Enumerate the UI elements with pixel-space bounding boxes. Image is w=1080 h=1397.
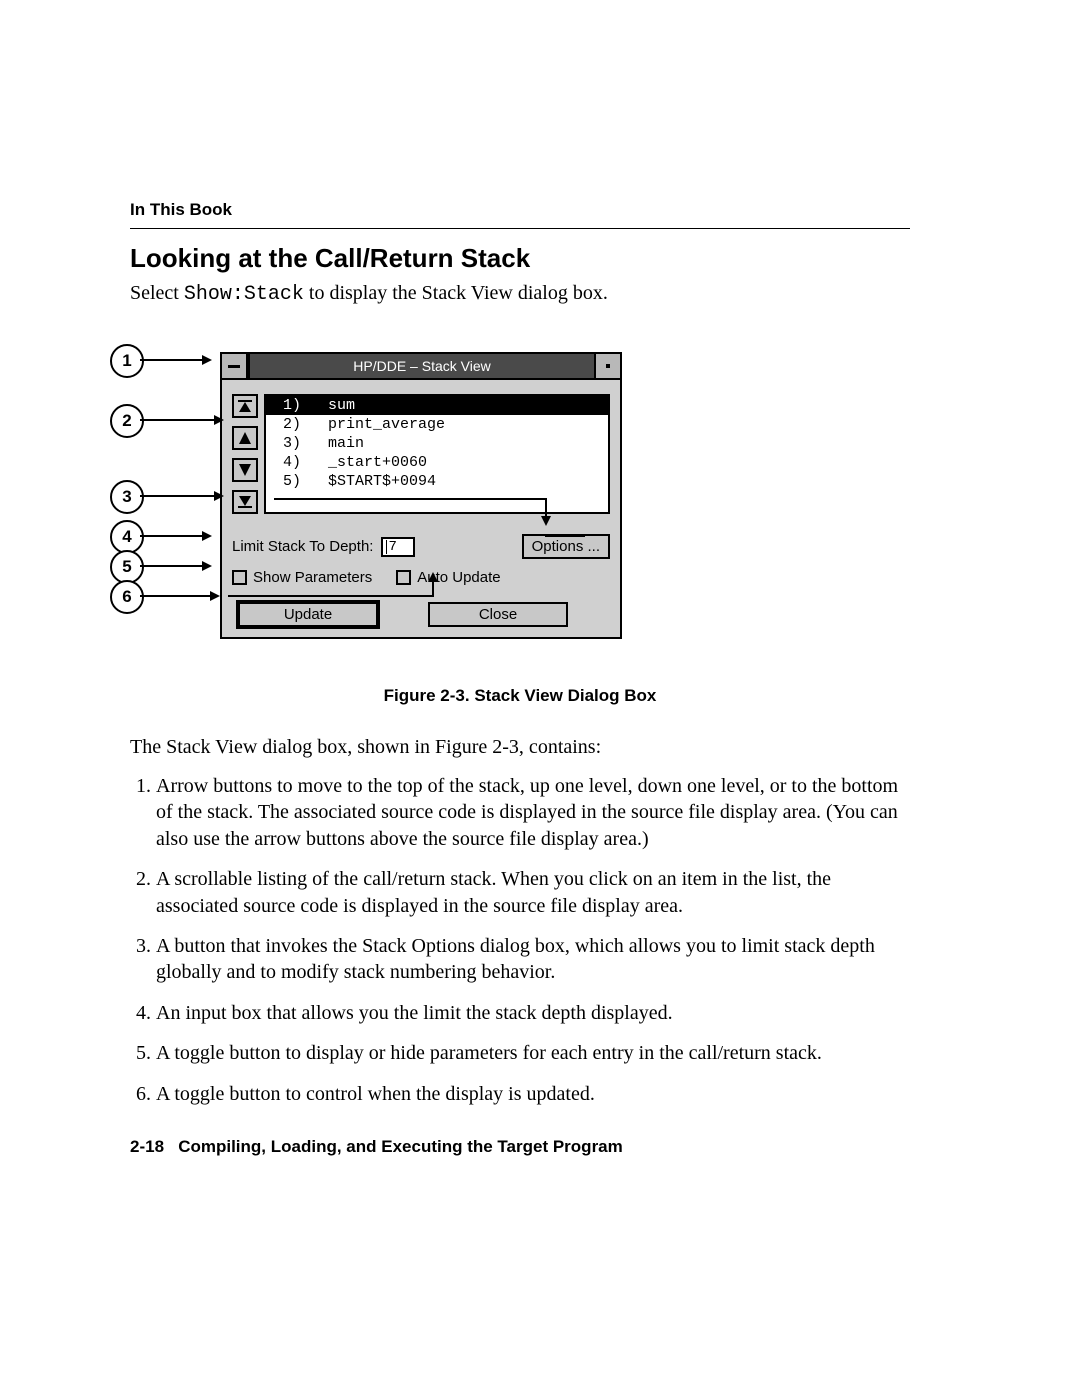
- callout-6: 6: [110, 580, 144, 614]
- inner-arrow-6a: [228, 595, 432, 597]
- numbered-list: Arrow buttons to move to the top of the …: [130, 773, 910, 1107]
- intro-prefix: Select: [130, 282, 184, 304]
- show-parameters-label: Show Parameters: [253, 569, 372, 586]
- show-parameters-checkbox[interactable]: [232, 570, 247, 585]
- inner-arrow-3b: [545, 498, 547, 524]
- inner-arrow-6b: [432, 574, 434, 597]
- callout-4: 4: [110, 520, 144, 554]
- stack-bottom-button[interactable]: [232, 490, 258, 514]
- callout-3: 3: [110, 480, 144, 514]
- callout-4-line: [140, 535, 210, 537]
- callout-5-line: [140, 565, 210, 567]
- callout-5: 5: [110, 550, 144, 584]
- stack-row[interactable]: 4) _start+0060: [266, 453, 608, 472]
- stack-row[interactable]: 2) print_average: [266, 415, 608, 434]
- limit-depth-value: 7: [388, 539, 396, 555]
- inner-arrow-3a: [545, 535, 585, 537]
- stack-listbox[interactable]: 1) sum 2) print_average 3) main 4) _star…: [264, 394, 610, 514]
- titlebar: HP/DDE – Stack View: [222, 354, 620, 380]
- callout-3-line: [140, 495, 222, 497]
- list-item: Arrow buttons to move to the top of the …: [156, 773, 910, 852]
- stack-row[interactable]: 3) main: [266, 434, 608, 453]
- arrow-column: [232, 394, 258, 514]
- figure-caption: Figure 2-3. Stack View Dialog Box: [130, 686, 910, 706]
- footer-chapter: Compiling, Loading, and Executing the Ta…: [178, 1137, 623, 1156]
- list-item: A toggle button to display or hide param…: [156, 1040, 910, 1066]
- inner-arrow-3c: [274, 498, 545, 500]
- callout-1: 1: [110, 344, 144, 378]
- head-rule: [130, 228, 910, 229]
- stack-up-button[interactable]: [232, 426, 258, 450]
- stack-row[interactable]: 5) $START$+0094: [266, 472, 608, 491]
- callout-2-line: [140, 419, 222, 421]
- page-number: 2-18: [130, 1137, 164, 1156]
- auto-update-checkbox[interactable]: [396, 570, 411, 585]
- list-item: A toggle button to control when the disp…: [156, 1081, 910, 1107]
- options-button[interactable]: Options ...: [522, 534, 610, 559]
- callout-6-line: [140, 595, 218, 597]
- limit-depth-input[interactable]: 7: [381, 537, 415, 557]
- page-footer: 2-18 Compiling, Loading, and Executing t…: [130, 1137, 910, 1157]
- list-item: A scrollable listing of the call/return …: [156, 866, 910, 919]
- lead-paragraph: The Stack View dialog box, shown in Figu…: [130, 736, 910, 759]
- dialog-title: HP/DDE – Stack View: [248, 354, 596, 378]
- callout-2: 2: [110, 404, 144, 438]
- intro-code: Show:Stack: [184, 283, 304, 306]
- running-head: In This Book: [130, 200, 910, 220]
- list-item: An input box that allows you the limit t…: [156, 1000, 910, 1026]
- stack-top-button[interactable]: [232, 394, 258, 418]
- limit-depth-label: Limit Stack To Depth:: [232, 538, 373, 555]
- section-title: Looking at the Call/Return Stack: [130, 243, 910, 274]
- intro-paragraph: Select Show:Stack to display the Stack V…: [130, 282, 910, 306]
- stack-down-button[interactable]: [232, 458, 258, 482]
- stack-row[interactable]: 1) sum: [266, 396, 608, 415]
- system-menu-icon[interactable]: [222, 354, 248, 378]
- maximize-icon[interactable]: [596, 354, 620, 378]
- intro-suffix: to display the Stack View dialog box.: [304, 282, 608, 304]
- close-button[interactable]: Close: [428, 602, 568, 627]
- list-item: A button that invokes the Stack Options …: [156, 933, 910, 986]
- update-button[interactable]: Update: [238, 602, 378, 627]
- callout-1-line: [140, 359, 210, 361]
- figure-2-3: 1 2 3 4 5 6 HP/DDE – Stack View: [220, 352, 820, 662]
